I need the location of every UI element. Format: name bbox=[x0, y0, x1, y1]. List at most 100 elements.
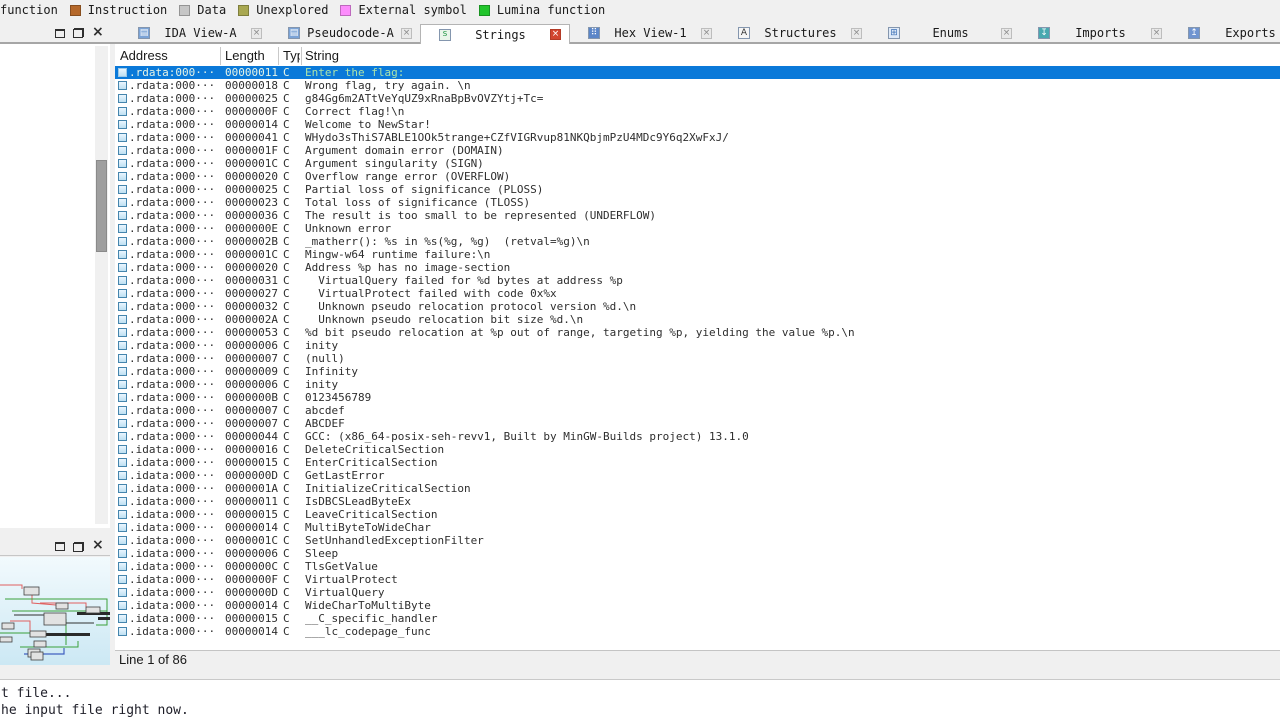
table-row[interactable]: .rdata:000···0000000ECUnknown error bbox=[115, 222, 1280, 235]
cell-string: Sleep bbox=[305, 547, 1280, 560]
close-tab-icon[interactable]: × bbox=[1151, 28, 1162, 39]
table-row[interactable]: .rdata:000···00000018CWrong flag, try ag… bbox=[115, 79, 1280, 92]
cell-string: Unknown pseudo relocation bit size %d.\n bbox=[305, 313, 1280, 326]
string-item-icon bbox=[118, 328, 127, 337]
table-row[interactable]: .idata:000···00000014C___lc_codepage_fun… bbox=[115, 625, 1280, 638]
tab-hex-view-1[interactable]: ⠿Hex View-1× bbox=[570, 24, 720, 42]
close-tab-icon[interactable]: × bbox=[251, 28, 262, 39]
scrollbar-track[interactable] bbox=[95, 46, 108, 524]
cell-length: 0000000E bbox=[225, 222, 280, 235]
tab-strings[interactable]: sStrings× bbox=[420, 24, 570, 44]
table-row[interactable]: .idata:000···0000000CCTlsGetValue bbox=[115, 560, 1280, 573]
maximize-icon[interactable] bbox=[55, 542, 65, 551]
column-header-type[interactable]: Type bbox=[283, 46, 300, 66]
string-item-icon bbox=[118, 107, 127, 116]
table-row[interactable]: .idata:000···00000016CDeleteCriticalSect… bbox=[115, 443, 1280, 456]
table-row[interactable]: .rdata:000···0000001CCMingw-w64 runtime … bbox=[115, 248, 1280, 261]
table-row[interactable]: .idata:000···0000000FCVirtualProtect bbox=[115, 573, 1280, 586]
output-window[interactable]: t file...he input file right now. bbox=[0, 680, 1280, 726]
table-row[interactable]: .rdata:000···00000014CWelcome to NewStar… bbox=[115, 118, 1280, 131]
table-row[interactable]: .rdata:000···00000032C Unknown pseudo re… bbox=[115, 300, 1280, 313]
close-icon[interactable] bbox=[92, 28, 103, 39]
tab-pseudocode-a[interactable]: ▤Pseudocode-A× bbox=[270, 24, 420, 42]
table-row[interactable]: .rdata:000···0000001CCArgument singulari… bbox=[115, 157, 1280, 170]
legend-swatch-icon bbox=[179, 5, 190, 16]
column-separator[interactable] bbox=[278, 47, 279, 65]
close-tab-icon[interactable]: × bbox=[851, 28, 862, 39]
tab-imports[interactable]: ↧Imports× bbox=[1020, 24, 1170, 42]
table-row[interactable]: .rdata:000···0000001FCArgument domain er… bbox=[115, 144, 1280, 157]
cell-address: .idata:000··· bbox=[129, 508, 221, 521]
table-row[interactable]: .idata:000···00000015CLeaveCriticalSecti… bbox=[115, 508, 1280, 521]
table-row[interactable]: .rdata:000···00000027C VirtualProtect fa… bbox=[115, 287, 1280, 300]
table-row[interactable]: .idata:000···0000001ACInitializeCritical… bbox=[115, 482, 1280, 495]
cell-length: 00000009 bbox=[225, 365, 280, 378]
tab-enums[interactable]: ⊞Enums× bbox=[870, 24, 1020, 42]
table-row[interactable]: .rdata:000···00000011CEnter the flag: bbox=[115, 66, 1280, 79]
table-row[interactable]: .rdata:000···0000000FCCorrect flag!\n bbox=[115, 105, 1280, 118]
table-row[interactable]: .rdata:000···00000053C%d bit pseudo relo… bbox=[115, 326, 1280, 339]
cell-length: 00000020 bbox=[225, 261, 280, 274]
table-row[interactable]: .rdata:000···00000025CPartial loss of si… bbox=[115, 183, 1280, 196]
horizontal-splitter[interactable] bbox=[0, 668, 1280, 680]
string-item-icon bbox=[118, 536, 127, 545]
table-row[interactable]: .rdata:000···0000002BC_matherr(): %s in … bbox=[115, 235, 1280, 248]
table-row[interactable]: .idata:000···00000014CMultiByteToWideCha… bbox=[115, 521, 1280, 534]
table-row[interactable]: .rdata:000···00000044CGCC: (x86_64-posix… bbox=[115, 430, 1280, 443]
table-row[interactable]: .rdata:000···00000036CThe result is too … bbox=[115, 209, 1280, 222]
close-tab-icon[interactable]: × bbox=[1001, 28, 1012, 39]
table-row[interactable]: .rdata:000···0000002AC Unknown pseudo re… bbox=[115, 313, 1280, 326]
column-header-string[interactable]: String bbox=[305, 46, 1280, 66]
restore-icon[interactable] bbox=[73, 542, 84, 552]
cell-type: C bbox=[283, 573, 301, 586]
cell-length: 00000032 bbox=[225, 300, 280, 313]
table-row[interactable]: .rdata:000···00000041CWHydo3sThiS7ABLE1O… bbox=[115, 131, 1280, 144]
table-row[interactable]: .rdata:000···00000031C VirtualQuery fail… bbox=[115, 274, 1280, 287]
scrollbar-thumb[interactable] bbox=[96, 160, 107, 252]
table-row[interactable]: .rdata:000···00000025Cg84Gg6m2ATtVeYqUZ9… bbox=[115, 92, 1280, 105]
graph-overview-canvas[interactable] bbox=[0, 557, 110, 665]
table-row[interactable]: .rdata:000···00000006Cinity bbox=[115, 339, 1280, 352]
tab-ida-view-a[interactable]: ▤IDA View-A× bbox=[120, 24, 270, 42]
table-row[interactable]: .idata:000···0000001CCSetUnhandledExcept… bbox=[115, 534, 1280, 547]
table-row[interactable]: .idata:000···00000015C__C_specific_handl… bbox=[115, 612, 1280, 625]
table-row[interactable]: .rdata:000···00000007CABCDEF bbox=[115, 417, 1280, 430]
close-icon[interactable] bbox=[92, 541, 103, 552]
table-row[interactable]: .idata:000···00000015CEnterCriticalSecti… bbox=[115, 456, 1280, 469]
string-item-icon bbox=[118, 393, 127, 402]
table-row[interactable]: .rdata:000···00000006Cinity bbox=[115, 378, 1280, 391]
table-row[interactable]: .rdata:000···0000000BC0123456789 bbox=[115, 391, 1280, 404]
close-tab-icon[interactable]: × bbox=[401, 28, 412, 39]
cell-string: Argument singularity (SIGN) bbox=[305, 157, 1280, 170]
table-row[interactable]: .idata:000···00000011CIsDBCSLeadByteEx bbox=[115, 495, 1280, 508]
table-row[interactable]: .rdata:000···00000009CInfinity bbox=[115, 365, 1280, 378]
table-row[interactable]: .idata:000···0000000DCVirtualQuery bbox=[115, 586, 1280, 599]
table-row[interactable]: .rdata:000···00000020COverflow range err… bbox=[115, 170, 1280, 183]
cell-string: DeleteCriticalSection bbox=[305, 443, 1280, 456]
close-tab-icon[interactable]: × bbox=[550, 29, 561, 40]
table-row[interactable]: .idata:000···00000014CWideCharToMultiByt… bbox=[115, 599, 1280, 612]
column-separator[interactable] bbox=[220, 47, 221, 65]
close-tab-icon[interactable]: × bbox=[701, 28, 712, 39]
cell-string: inity bbox=[305, 378, 1280, 391]
table-row[interactable]: .rdata:000···00000023CTotal loss of sign… bbox=[115, 196, 1280, 209]
table-row[interactable]: .rdata:000···00000007C(null) bbox=[115, 352, 1280, 365]
column-separator[interactable] bbox=[301, 47, 302, 65]
string-item-icon bbox=[118, 185, 127, 194]
table-row[interactable]: .idata:000···00000006CSleep bbox=[115, 547, 1280, 560]
tab-exports[interactable]: ↥Exports× bbox=[1170, 24, 1280, 42]
table-row[interactable]: .rdata:000···00000020CAddress %p has no … bbox=[115, 261, 1280, 274]
restore-icon[interactable] bbox=[73, 28, 84, 38]
cell-address: .rdata:000··· bbox=[129, 157, 221, 170]
maximize-icon[interactable] bbox=[55, 29, 65, 38]
cell-length: 00000016 bbox=[225, 443, 280, 456]
table-row[interactable]: .rdata:000···00000007Cabcdef bbox=[115, 404, 1280, 417]
column-header-address[interactable]: Address bbox=[120, 46, 218, 66]
string-item-icon bbox=[118, 341, 127, 350]
tab-structures[interactable]: AStructures× bbox=[720, 24, 870, 42]
table-row[interactable]: .idata:000···0000000DCGetLastError bbox=[115, 469, 1280, 482]
graph-overview-panel[interactable] bbox=[0, 557, 110, 665]
column-header-length[interactable]: Length bbox=[225, 46, 277, 66]
cell-length: 00000025 bbox=[225, 92, 280, 105]
cell-address: .idata:000··· bbox=[129, 625, 221, 638]
